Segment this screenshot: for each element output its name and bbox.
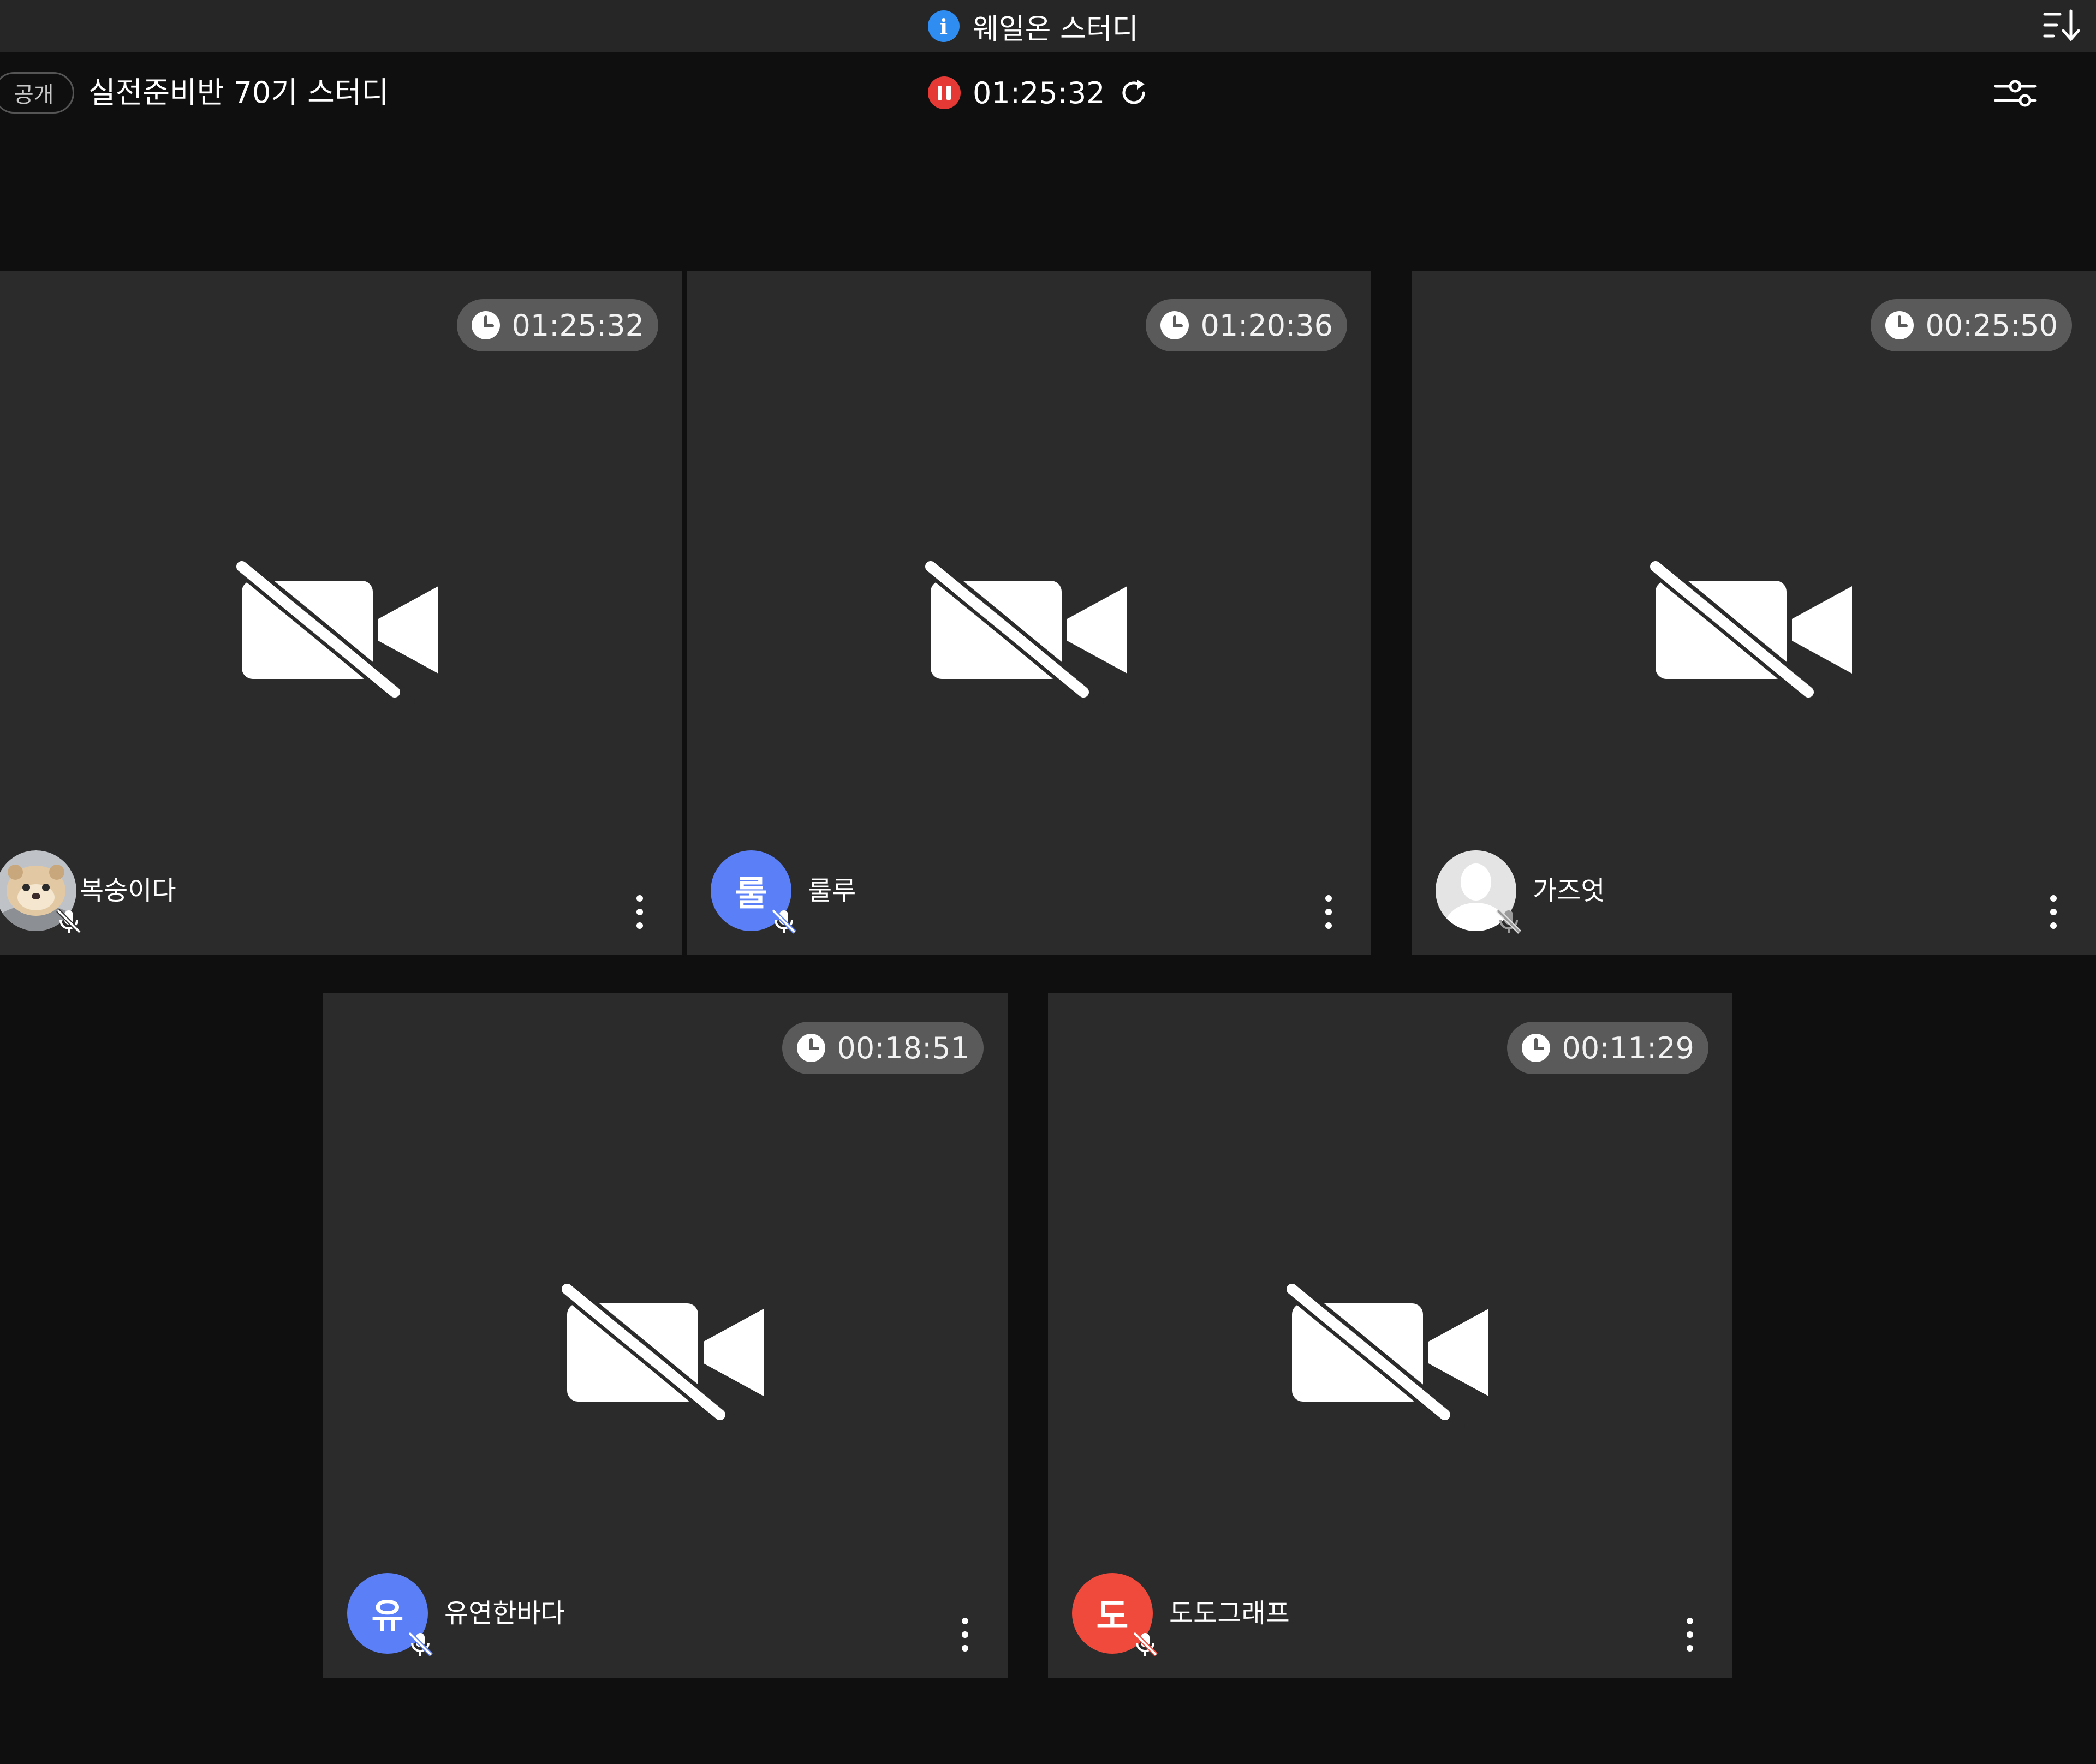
avatar (1436, 850, 1521, 934)
participant-time: 01:25:32 (511, 308, 644, 343)
mic-off-icon (1496, 909, 1521, 934)
avatar: 룰 (711, 850, 796, 934)
participant-time: 00:11:29 (1562, 1030, 1694, 1065)
mic-off-icon (408, 1631, 433, 1656)
more-options-icon[interactable] (633, 893, 646, 931)
video-off-icon (1287, 1284, 1488, 1429)
avatar-initial: 유 (371, 1596, 404, 1637)
settings-sliders-icon[interactable] (1993, 75, 2037, 111)
video-off-icon (562, 1284, 764, 1429)
room-title: 실전준비반 70기 스터디 (88, 75, 389, 110)
more-options-icon[interactable] (958, 1616, 972, 1654)
notice-text: 웨일온 스터디 (973, 13, 1139, 46)
more-options-icon[interactable] (2047, 893, 2060, 931)
participant-name: 룰루 (808, 875, 856, 906)
avatar (0, 850, 81, 934)
avatar-initial: 룰 (735, 874, 767, 914)
participant-timer-badge: 00:18:51 (782, 1022, 984, 1074)
participant-name: 도도그래프 (1169, 1598, 1290, 1629)
room-timer: 01:25:32 (928, 72, 1150, 114)
clock-icon (797, 1034, 826, 1062)
avatar-initial: 도 (1096, 1596, 1129, 1637)
participant-tile[interactable]: 00:18:51 유 유연한바다 (323, 993, 1008, 1678)
participant-tile[interactable]: 00:11:29 도 도도그래프 (1048, 993, 1732, 1678)
avatar: 유 (347, 1573, 433, 1656)
video-meeting-window: i 웨일온 스터디 공개 실전준비반 70기 스터디 01:25:32 01:2… (0, 0, 2096, 1764)
avatar: 도 (1072, 1573, 1158, 1656)
room-timer-text: 01:25:32 (973, 75, 1105, 110)
mic-off-icon (771, 909, 796, 934)
participant-tile[interactable]: 00:25:50 가즈엇 (1412, 271, 2096, 955)
participant-timer-badge: 00:11:29 (1507, 1022, 1708, 1074)
participant-time: 01:20:36 (1200, 308, 1333, 343)
participant-time: 00:18:51 (837, 1030, 969, 1065)
video-off-icon (236, 561, 438, 706)
refresh-icon[interactable] (1117, 76, 1150, 109)
clock-icon (1885, 311, 1914, 339)
participant-timer-badge: 00:25:50 (1871, 299, 2072, 351)
participant-time: 00:25:50 (1925, 308, 2058, 343)
participant-name: 복숭이다 (80, 875, 176, 906)
video-off-icon (1650, 561, 1852, 706)
info-icon: i (928, 10, 960, 42)
more-options-icon[interactable] (1683, 1616, 1696, 1654)
clock-icon (472, 311, 501, 339)
clock-icon (1160, 311, 1189, 339)
mic-off-icon (56, 909, 81, 934)
more-options-icon[interactable] (1322, 893, 1335, 931)
participant-timer-badge: 01:20:36 (1146, 299, 1347, 351)
pause-icon[interactable] (928, 76, 961, 109)
participant-tile[interactable]: 01:20:36 룰 룰루 (687, 271, 1371, 955)
clock-icon (1522, 1034, 1551, 1062)
mic-off-icon (1133, 1631, 1158, 1656)
participant-name: 유연한바다 (444, 1598, 565, 1629)
notice-bar: i 웨일온 스터디 (0, 0, 2096, 52)
participant-name: 가즈엇 (1533, 875, 1605, 906)
video-off-icon (925, 561, 1127, 706)
notice-title-group[interactable]: i 웨일온 스터디 (928, 0, 1139, 52)
room-header: 공개 실전준비반 70기 스터디 01:25:32 (0, 52, 2096, 134)
participant-timer-badge: 01:25:32 (457, 299, 658, 351)
sort-list-icon[interactable] (2043, 8, 2081, 44)
participant-tile[interactable]: 01:25:32 복숭이다 (0, 271, 682, 955)
public-badge: 공개 (0, 72, 74, 114)
